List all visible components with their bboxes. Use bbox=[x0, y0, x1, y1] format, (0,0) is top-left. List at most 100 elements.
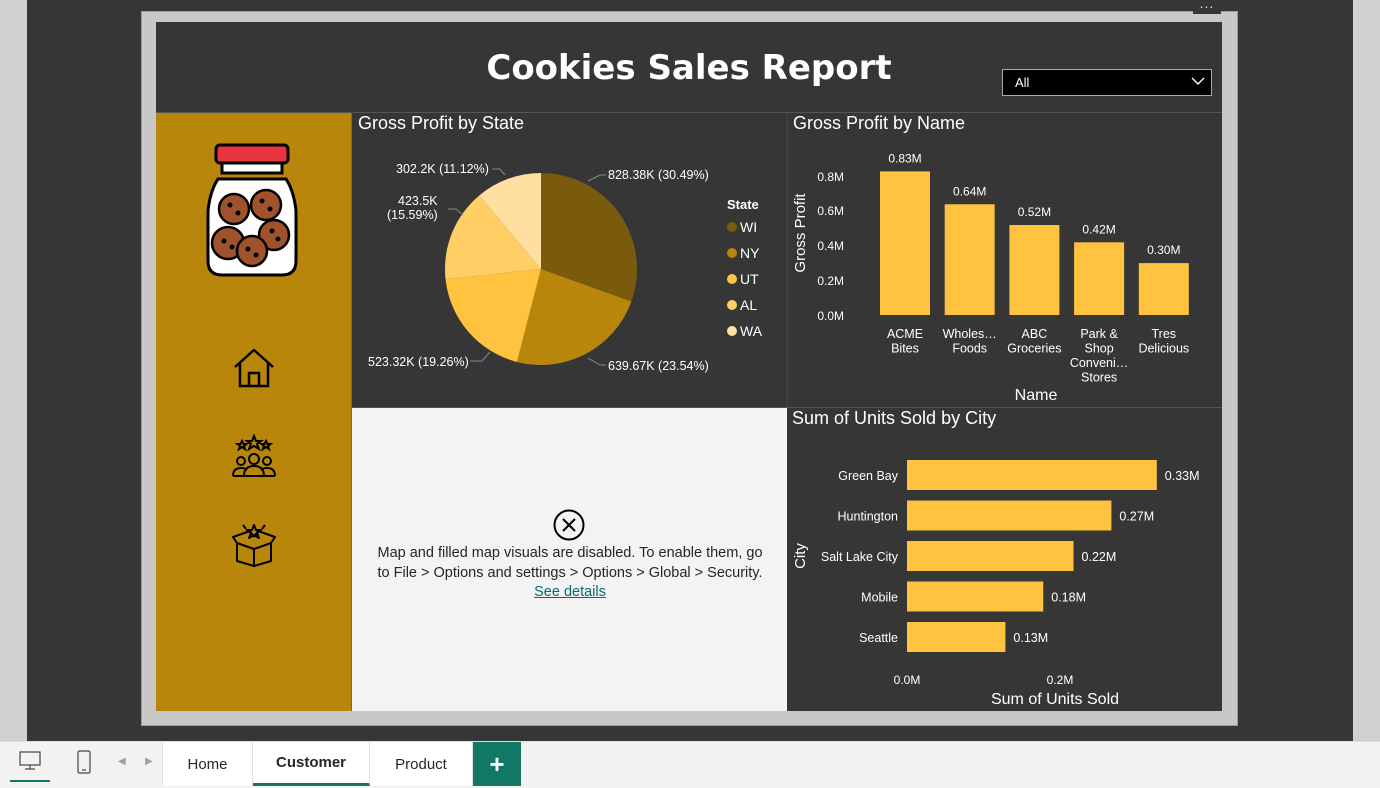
hbar[interactable] bbox=[907, 622, 1006, 652]
y-category-label: Seattle bbox=[859, 631, 898, 645]
hbar[interactable] bbox=[907, 500, 1112, 531]
pie-chart: 828.38K (30.49%) 639.67K (23.54%) 523.32… bbox=[368, 162, 763, 373]
bar[interactable] bbox=[1074, 242, 1125, 315]
error-circle-x-icon bbox=[553, 509, 585, 541]
legend-marker bbox=[727, 300, 737, 310]
bar-chart: 0.8M 0.6M 0.4M 0.2M 0.0M Gross Profit Na… bbox=[792, 151, 1189, 404]
desktop-icon bbox=[19, 751, 41, 770]
y-category-label: Salt Lake City bbox=[821, 550, 899, 564]
x-category-label: Shop bbox=[1084, 342, 1113, 356]
legend-item-wa[interactable]: WA bbox=[740, 323, 763, 339]
product-box-icon[interactable] bbox=[231, 521, 277, 567]
x-tick: 0.0M bbox=[894, 673, 921, 687]
gross-profit-by-state-visual[interactable]: Gross Profit by State 828.38K (30.49%) 6… bbox=[352, 113, 787, 407]
bar-data-label: 0.64M bbox=[953, 184, 986, 198]
hbar-data-label: 0.22M bbox=[1082, 550, 1117, 564]
x-category-label: ABC bbox=[1022, 327, 1048, 341]
cookie-jar-icon bbox=[206, 143, 298, 277]
pie-leader-line bbox=[448, 208, 464, 216]
hbar[interactable] bbox=[907, 460, 1157, 490]
y-axis-title: City bbox=[792, 543, 809, 569]
legend-item-wi[interactable]: WI bbox=[740, 219, 757, 235]
hbar-data-label: 0.18M bbox=[1051, 591, 1086, 605]
pie-leader-line bbox=[587, 174, 606, 182]
hbar-data-label: 0.33M bbox=[1165, 469, 1200, 483]
bar-data-label: 0.52M bbox=[1018, 205, 1051, 219]
sidebar bbox=[156, 113, 352, 711]
horizontal-bar-chart: City 0.0M 0.2M Sum of Units Sold Green B… bbox=[792, 460, 1200, 708]
y-tick: 0.4M bbox=[817, 239, 844, 253]
x-category-label: Groceries bbox=[1007, 342, 1061, 356]
report-header: Cookies Sales Report All bbox=[156, 22, 1222, 113]
legend-item-al[interactable]: AL bbox=[740, 297, 757, 313]
bar-data-label: 0.30M bbox=[1147, 243, 1180, 257]
legend-title: State bbox=[727, 197, 759, 212]
y-axis-title: Gross Profit bbox=[792, 193, 809, 273]
y-category-label: Mobile bbox=[861, 591, 898, 605]
y-category-label: Huntington bbox=[838, 510, 899, 524]
hbar[interactable] bbox=[907, 541, 1074, 571]
next-page-icon[interactable]: ▶ bbox=[145, 756, 153, 767]
x-category-label: Bites bbox=[891, 342, 919, 356]
x-category-label: Conveni… bbox=[1070, 356, 1128, 370]
see-details-link[interactable]: See details bbox=[534, 584, 606, 600]
state-slicer-dropdown[interactable]: All bbox=[1002, 69, 1212, 96]
x-category-label: Wholes… bbox=[943, 327, 997, 341]
legend-item-ny[interactable]: NY bbox=[740, 245, 760, 261]
hbar-data-label: 0.13M bbox=[1013, 631, 1048, 645]
x-category-label: Stores bbox=[1081, 371, 1117, 385]
tab-home[interactable]: Home bbox=[162, 742, 253, 786]
hbar[interactable] bbox=[907, 581, 1044, 612]
page-navigation-bar: ◀ ▶ Home Customer Product + bbox=[0, 741, 1380, 788]
desktop-view-button[interactable] bbox=[10, 742, 50, 782]
mobile-view-button[interactable] bbox=[64, 742, 104, 782]
legend-marker bbox=[727, 248, 737, 258]
x-axis-title: Sum of Units Sold bbox=[991, 691, 1119, 708]
slicer-value: All bbox=[1015, 75, 1030, 90]
tab-customer[interactable]: Customer bbox=[253, 742, 370, 786]
bar[interactable] bbox=[880, 171, 930, 315]
previous-page-icon[interactable]: ◀ bbox=[118, 756, 126, 767]
bar[interactable] bbox=[1009, 225, 1060, 315]
pie-data-label: 423.5K bbox=[398, 194, 438, 208]
pie-leader-line bbox=[470, 351, 491, 362]
x-category-label: ACME bbox=[887, 327, 923, 341]
pie-leader-line bbox=[492, 168, 506, 176]
y-tick: 0.8M bbox=[817, 170, 844, 184]
pie-leader-line bbox=[587, 357, 606, 366]
phone-icon bbox=[77, 750, 91, 774]
legend-marker bbox=[727, 274, 737, 284]
map-visual-disabled: Map and filled map visuals are disabled.… bbox=[352, 407, 787, 711]
more-options-button[interactable]: ... bbox=[1193, 0, 1221, 14]
chevron-down-icon bbox=[1191, 77, 1205, 85]
legend-marker bbox=[727, 222, 737, 232]
pie-data-label: 302.2K (11.12%) bbox=[396, 162, 489, 176]
y-category-label: Green Bay bbox=[838, 469, 899, 483]
y-tick: 0.6M bbox=[817, 204, 844, 218]
bar-data-label: 0.42M bbox=[1082, 222, 1115, 236]
bar[interactable] bbox=[1138, 263, 1189, 315]
home-icon[interactable] bbox=[231, 345, 277, 391]
bar[interactable] bbox=[944, 204, 995, 315]
x-category-label: Delicious bbox=[1138, 342, 1189, 356]
map-message-text: Map and filled map visuals are disabled.… bbox=[377, 545, 763, 581]
tab-product[interactable]: Product bbox=[370, 742, 473, 786]
x-category-label: Park & bbox=[1080, 327, 1118, 341]
x-tick: 0.2M bbox=[1047, 673, 1074, 687]
y-tick: 0.2M bbox=[817, 274, 844, 288]
x-axis-title: Name bbox=[1015, 387, 1058, 404]
y-tick: 0.0M bbox=[817, 309, 844, 323]
customers-icon[interactable] bbox=[231, 433, 277, 479]
pie-data-label: (15.59%) bbox=[387, 208, 438, 222]
hbar-data-label: 0.27M bbox=[1119, 510, 1154, 524]
legend-item-ut[interactable]: UT bbox=[740, 271, 759, 287]
legend-marker bbox=[727, 326, 737, 336]
pie-data-label: 639.67K (23.54%) bbox=[608, 359, 709, 373]
add-page-button[interactable]: + bbox=[473, 742, 521, 786]
report-page: Cookies Sales Report All Gross Profit by… bbox=[156, 22, 1222, 711]
units-sold-by-city-visual[interactable]: Sum of Units Sold by City City 0.0M 0.2M… bbox=[787, 407, 1222, 711]
map-disabled-message: Map and filled map visuals are disabled.… bbox=[370, 544, 770, 603]
gross-profit-by-name-visual[interactable]: Gross Profit by Name 0.8M 0.6M 0.4M 0.2M… bbox=[787, 113, 1222, 407]
x-category-label: Foods bbox=[952, 342, 987, 356]
pie-data-label: 523.32K (19.26%) bbox=[368, 355, 469, 369]
